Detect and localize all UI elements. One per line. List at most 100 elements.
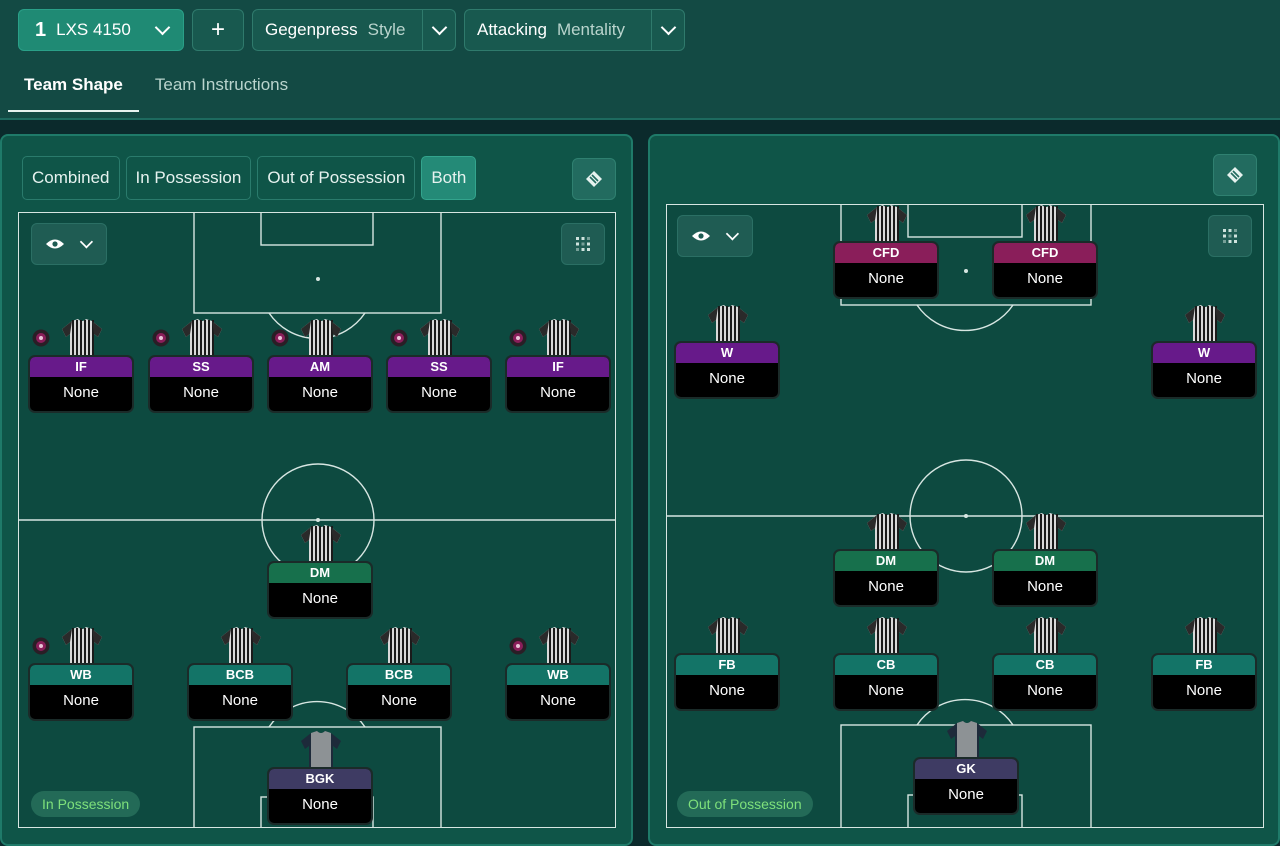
player-shirt-icon [535, 625, 583, 667]
player-card-if[interactable]: IF None [505, 317, 611, 413]
tab-bar: Team Shape Team Instructions [8, 60, 304, 112]
player-card-am[interactable]: AM None [267, 317, 373, 413]
pitch-out-of-possession: Out of Possession CFD None CFD None W None W No… [666, 204, 1264, 828]
tactics-board-icon [586, 171, 602, 187]
player-shirt-icon [704, 615, 752, 657]
segment-out-of-possession[interactable]: Out of Possession [257, 156, 416, 200]
player-name-label: None [540, 384, 576, 401]
goalkeeper-shirt-icon [297, 729, 345, 771]
player-name-label: None [63, 692, 99, 709]
player-shirt-icon [704, 303, 752, 345]
player-card-dm[interactable]: DM None [833, 511, 939, 607]
player-shirt-icon [1022, 615, 1070, 657]
player-role-card: BCB None [187, 663, 293, 721]
player-role-label: FB [676, 655, 778, 675]
player-role-label: GK [915, 759, 1017, 779]
grid-icon [1223, 229, 1237, 243]
player-card-ss[interactable]: SS None [386, 317, 492, 413]
player-card-bcb[interactable]: BCB None [346, 625, 452, 721]
player-role-label: CFD [994, 243, 1096, 263]
mentality-value: Attacking [477, 20, 547, 39]
tactic-number: 1 [35, 18, 47, 41]
player-role-label: SS [150, 357, 252, 377]
grid-icon [576, 237, 590, 251]
player-card-cb[interactable]: CB None [992, 615, 1098, 711]
mentality-chevron-button[interactable] [651, 10, 684, 50]
style-label: Style [367, 20, 406, 39]
chevron-down-icon [661, 23, 675, 37]
player-role-label: DM [994, 551, 1096, 571]
tab-team-instructions[interactable]: Team Instructions [139, 60, 304, 112]
chevron-down-icon [80, 238, 92, 250]
tactics-board-button[interactable] [572, 158, 616, 200]
player-role-card: IF None [28, 355, 134, 413]
player-card-ss[interactable]: SS None [148, 317, 254, 413]
grid-toggle-button[interactable] [1208, 215, 1252, 257]
player-card-if[interactable]: IF None [28, 317, 134, 413]
player-name-label: None [1027, 270, 1063, 287]
ball-icon [509, 637, 527, 655]
player-name-label: None [540, 692, 576, 709]
player-card-cfd[interactable]: CFD None [992, 205, 1098, 299]
segment-both[interactable]: Both [421, 156, 477, 200]
segment-in-possession[interactable]: In Possession [125, 156, 252, 200]
player-role-label: WB [30, 665, 132, 685]
player-role-label: W [676, 343, 778, 363]
player-role-card: BCB None [346, 663, 452, 721]
player-card-wb[interactable]: WB None [28, 625, 134, 721]
player-name-label: None [421, 384, 457, 401]
player-role-label: SS [388, 357, 490, 377]
tactic-selector[interactable]: 1 LXS 4150 [18, 9, 184, 51]
add-tactic-button[interactable]: + [192, 9, 244, 51]
style-chevron-button[interactable] [422, 10, 455, 50]
player-card-dm[interactable]: DM None [267, 523, 373, 619]
player-name-label: None [868, 270, 904, 287]
player-role-label: DM [835, 551, 937, 571]
player-role-card: CB None [992, 653, 1098, 711]
player-card-cb[interactable]: CB None [833, 615, 939, 711]
player-name-label: None [381, 692, 417, 709]
grid-toggle-button[interactable] [561, 223, 605, 265]
player-shirt-icon [376, 625, 424, 667]
player-name-label: None [948, 786, 984, 803]
player-role-card: DM None [992, 549, 1098, 607]
player-role-label: IF [30, 357, 132, 377]
visibility-dropdown[interactable] [31, 223, 107, 265]
segment-combined[interactable]: Combined [22, 156, 120, 200]
player-role-label: BGK [269, 769, 371, 789]
player-card-fb[interactable]: FB None [674, 615, 780, 711]
player-shirt-icon [217, 625, 265, 667]
player-name-label: None [63, 384, 99, 401]
phase-badge-in-possession: In Possession [31, 791, 141, 817]
tactic-toolbar: 1 LXS 4150 + Gegenpress Style Attacking … [18, 9, 685, 51]
player-card-w[interactable]: W None [1151, 303, 1257, 399]
tactics-board-button[interactable] [1213, 154, 1257, 196]
ball-icon [32, 637, 50, 655]
player-role-label: AM [269, 357, 371, 377]
out-of-possession-panel: Out of Possession CFD None CFD None W None W No… [648, 134, 1280, 846]
chevron-down-icon [726, 230, 738, 242]
tactics-board-icon [1227, 167, 1243, 183]
player-shirt-icon [416, 317, 464, 359]
tab-team-shape[interactable]: Team Shape [8, 60, 139, 112]
style-dropdown[interactable]: Gegenpress Style [252, 9, 456, 51]
player-card-fb[interactable]: FB None [1151, 615, 1257, 711]
player-card-cfd[interactable]: CFD None [833, 205, 939, 299]
player-shirt-icon [863, 205, 911, 245]
mentality-dropdown[interactable]: Attacking Mentality [464, 9, 685, 51]
player-role-label: W [1153, 343, 1255, 363]
player-card-bcb[interactable]: BCB None [187, 625, 293, 721]
player-name-label: None [868, 682, 904, 699]
player-role-card: W None [674, 341, 780, 399]
player-name-label: None [302, 590, 338, 607]
player-role-label: BCB [189, 665, 291, 685]
player-card-gk[interactable]: GK None [913, 719, 1019, 815]
player-card-dm[interactable]: DM None [992, 511, 1098, 607]
visibility-dropdown[interactable] [677, 215, 753, 257]
player-card-wb[interactable]: WB None [505, 625, 611, 721]
player-name-label: None [709, 682, 745, 699]
player-role-card: SS None [148, 355, 254, 413]
player-card-bgk[interactable]: BGK None [267, 729, 373, 825]
player-role-card: AM None [267, 355, 373, 413]
player-card-w[interactable]: W None [674, 303, 780, 399]
